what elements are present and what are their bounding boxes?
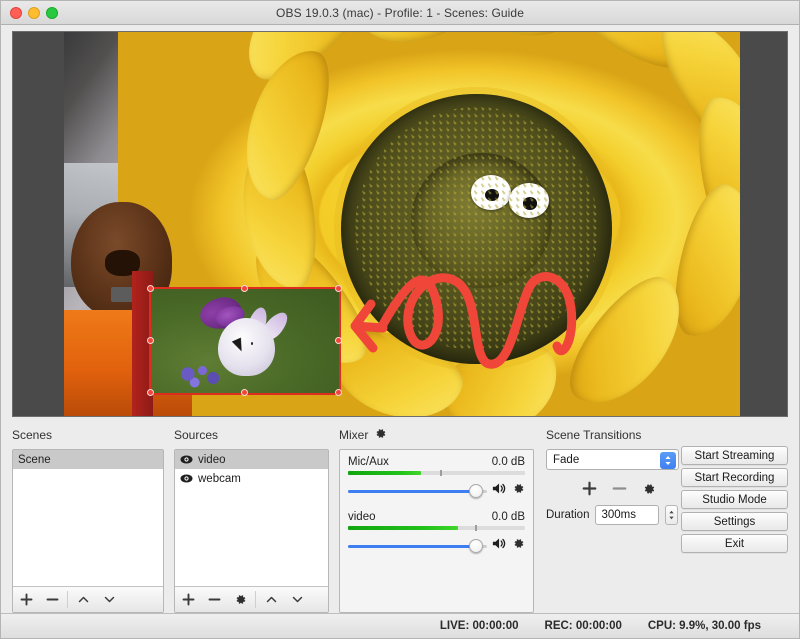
settings-button[interactable]: Settings [681,512,788,531]
move-scene-down-button[interactable] [96,587,122,612]
mute-speaker-icon[interactable] [492,482,507,500]
mixer-dock: Mixer Mic/Aux 0.0 dB video 0.0 dB [339,427,534,613]
duration-label: Duration [546,509,590,521]
scenes-toolbar [13,586,163,612]
title-bar: OBS 19.0.3 (mac) - Profile: 1 - Scenes: … [1,1,799,25]
add-source-button[interactable] [175,587,201,612]
eye-icon[interactable] [180,454,193,465]
selected-source-bounding-box[interactable] [146,284,343,396]
sources-toolbar [175,586,328,612]
source-list-item[interactable]: video [175,450,328,469]
program-canvas[interactable] [64,32,740,416]
channel-settings-gear-icon[interactable] [512,537,525,555]
transition-select[interactable]: Fade [546,449,679,470]
source-item-label: webcam [198,472,241,485]
mixer-settings-gear-icon[interactable] [374,427,387,443]
eye-icon[interactable] [180,473,193,484]
controls-dock: Start Streaming Start Recording Studio M… [681,446,788,553]
mixer-title: Mixer [339,427,369,442]
purple-flowers [176,363,226,389]
cpu-fps-status: CPU: 9.9%, 30.00 fps [647,620,761,632]
sources-dock: Sources video webcam [174,427,329,613]
studio-mode-button[interactable]: Studio Mode [681,490,788,509]
googly-eye [470,174,512,210]
duration-stepper[interactable] [665,505,679,525]
sources-title: Sources [174,427,219,442]
mixer-title-row: Mixer [339,427,534,442]
move-scene-up-button[interactable] [70,587,96,612]
resize-handle-top-center[interactable] [240,284,248,292]
preview-container [1,25,799,417]
channel-settings-gear-icon[interactable] [512,482,525,500]
remove-transition-button[interactable] [604,476,634,501]
scene-item-label: Scene [18,453,51,466]
move-source-down-button[interactable] [284,587,310,612]
source-item-label: video [198,453,226,466]
scene-transitions-title: Scene Transitions [546,427,642,442]
docks-row: Scenes Scene Sources video webcam Mixer … [1,417,799,613]
audio-level-meter [348,525,525,531]
move-source-up-button[interactable] [258,587,284,612]
live-timer: LIVE: 00:00:00 [439,620,519,632]
mixer-channel-strip: Mic/Aux 0.0 dB [348,456,525,500]
googly-eye [508,182,550,219]
transition-properties-gear-icon[interactable] [634,476,664,501]
add-scene-button[interactable] [13,587,39,612]
remove-source-button[interactable] [201,587,227,612]
exit-button[interactable]: Exit [681,534,788,553]
resize-handle-top-left[interactable] [146,284,154,292]
toolbar-divider [67,591,68,608]
resize-handle-bottom-left[interactable] [146,388,154,396]
sources-list[interactable]: video webcam [174,449,329,613]
mixer-channel-level: 0.0 dB [491,511,525,523]
status-bar: LIVE: 00:00:00 REC: 00:00:00 CPU: 9.9%, … [1,613,799,638]
bunny-graphic [218,317,275,377]
window-title: OBS 19.0.3 (mac) - Profile: 1 - Scenes: … [276,5,524,20]
webcam-source-content [150,288,340,393]
scenes-list[interactable]: Scene [12,449,164,613]
scenes-dock: Scenes Scene [12,427,164,613]
rec-timer: REC: 00:00:00 [544,620,622,632]
preview-canvas-backdrop[interactable] [12,31,788,417]
audio-level-meter [348,470,525,476]
mixer-channel-name: video [348,511,376,523]
scenes-title: Scenes [12,427,53,442]
mixer-channel-strip: video 0.0 dB [348,511,525,555]
mixer-channel-level: 0.0 dB [491,456,525,468]
start-streaming-button[interactable]: Start Streaming [681,446,788,465]
obs-main-window: OBS 19.0.3 (mac) - Profile: 1 - Scenes: … [0,0,800,639]
chevron-updown-icon[interactable] [660,451,676,469]
scene-list-item[interactable]: Scene [13,450,163,469]
toolbar-divider [255,591,256,608]
resize-handle-bottom-center[interactable] [240,388,248,396]
start-recording-button[interactable]: Start Recording [681,468,788,487]
remove-scene-button[interactable] [39,587,65,612]
resize-handle-middle-left[interactable] [146,336,154,344]
mixer-channel-name: Mic/Aux [348,456,389,468]
add-transition-button[interactable] [574,476,604,501]
mixer-panel: Mic/Aux 0.0 dB video 0.0 dB [339,449,534,613]
volume-slider[interactable] [348,484,487,498]
annotation-squiggle-arrow [321,264,591,395]
transition-select-value: Fade [553,453,580,466]
source-properties-gear-icon[interactable] [227,587,253,612]
source-list-item[interactable]: webcam [175,469,328,488]
mute-speaker-icon[interactable] [492,537,507,555]
duration-input[interactable]: 300ms [595,505,660,525]
volume-slider[interactable] [348,539,487,553]
